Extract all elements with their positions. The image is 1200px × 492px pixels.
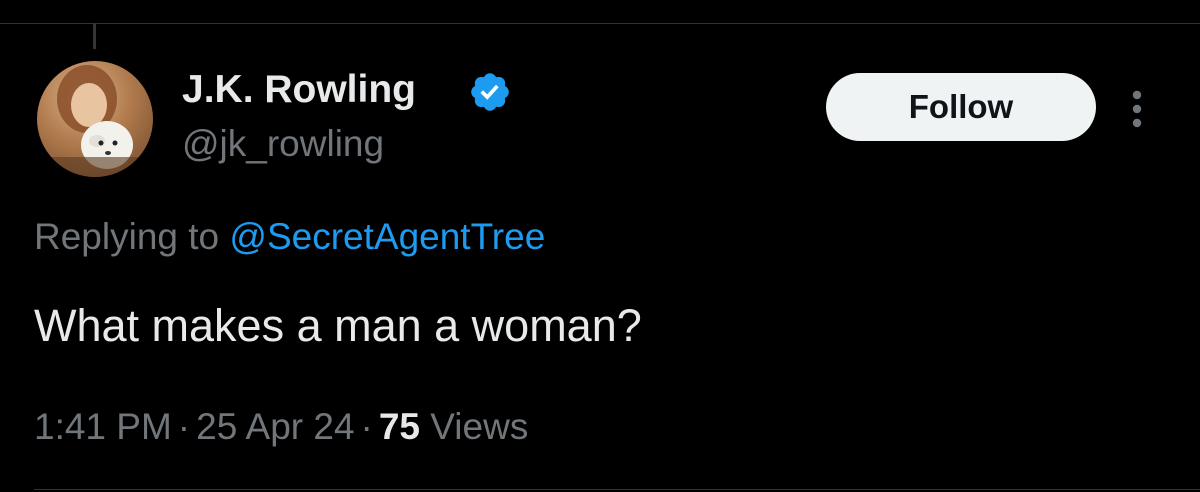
reply-to-handle-link[interactable]: @SecretAgentTree bbox=[229, 216, 545, 257]
bottom-divider bbox=[34, 489, 1200, 490]
author-name[interactable]: J.K. Rowling bbox=[182, 66, 416, 114]
thread-connector-line bbox=[93, 23, 96, 49]
tweet-time[interactable]: 1:41 PM bbox=[34, 406, 172, 447]
meta-separator: · bbox=[177, 406, 191, 447]
more-vertical-icon[interactable] bbox=[1122, 88, 1152, 130]
follow-button[interactable]: Follow bbox=[826, 73, 1096, 141]
verified-badge-icon bbox=[471, 73, 509, 111]
views-count[interactable]: 75 bbox=[379, 406, 420, 447]
replying-to-label: Replying to bbox=[34, 216, 230, 257]
views-label[interactable]: Views bbox=[430, 406, 528, 447]
tweet-date[interactable]: 25 Apr 24 bbox=[196, 406, 354, 447]
author-handle[interactable]: @jk_rowling bbox=[182, 121, 384, 167]
tweet-text: What makes a man a woman? bbox=[34, 300, 642, 351]
meta-separator: · bbox=[360, 406, 373, 447]
replying-to-line: Replying to @SecretAgentTree bbox=[34, 214, 545, 260]
tweet-meta: 1:41 PM · 25 Apr 24 · 75 Views bbox=[34, 404, 528, 450]
avatar[interactable] bbox=[37, 61, 153, 177]
top-divider bbox=[0, 23, 1200, 24]
